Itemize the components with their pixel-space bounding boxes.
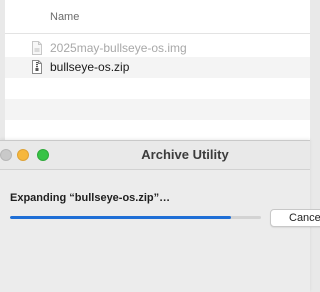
expanding-status-text: Expanding “bullseye-os.zip”…: [10, 192, 171, 204]
column-header-bar: Name: [5, 0, 310, 34]
empty-row: [5, 99, 310, 120]
empty-row: [5, 120, 310, 140]
dialog-titlebar[interactable]: Archive Utility: [0, 141, 310, 170]
progress-bar: [10, 216, 261, 219]
empty-row: [5, 78, 310, 99]
finder-window: Name 2025may-bullseye-os.img bullseye-os…: [5, 0, 310, 140]
progress-bar-fill: [10, 216, 231, 219]
dialog-title: Archive Utility: [141, 147, 229, 162]
zip-archive-icon: [32, 60, 42, 74]
file-row-zip[interactable]: bullseye-os.zip: [5, 57, 310, 78]
name-column-header[interactable]: Name: [50, 11, 79, 23]
file-name: bullseye-os.zip: [50, 60, 130, 74]
document-icon: [32, 41, 42, 55]
archive-utility-dialog: Archive Utility Expanding “bullseye-os.z…: [0, 140, 320, 292]
file-name: 2025may-bullseye-os.img: [50, 41, 187, 55]
cancel-button[interactable]: Cancel: [270, 209, 320, 227]
file-row-img[interactable]: 2025may-bullseye-os.img: [5, 38, 310, 59]
